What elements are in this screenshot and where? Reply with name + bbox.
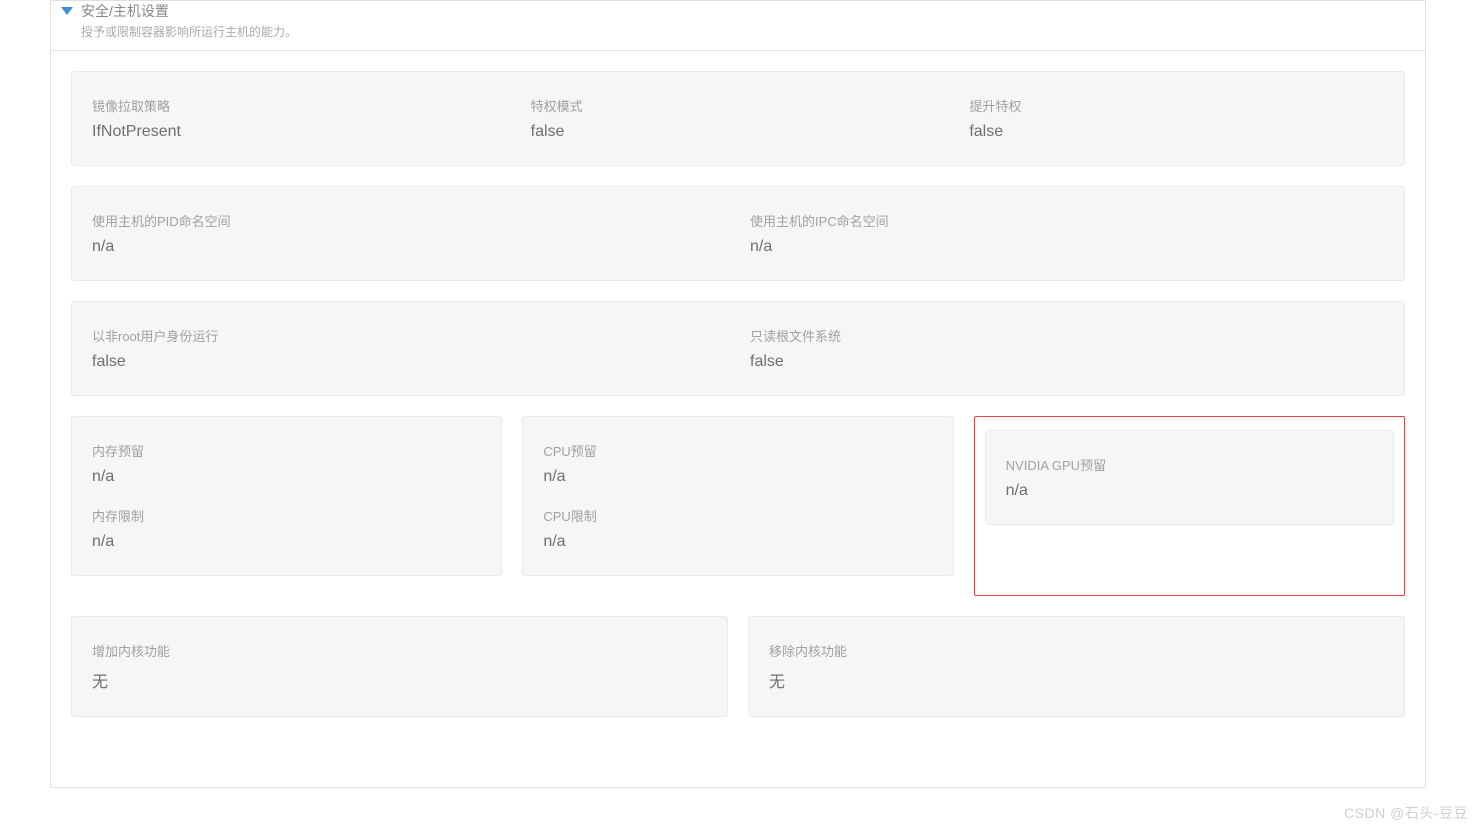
card-host-namespaces: 使用主机的PID命名空间 n/a 使用主机的IPC命名空间 n/a xyxy=(71,186,1405,281)
label-cpu-reserve: CPU预留 xyxy=(543,441,932,460)
label-mem-limit: 内存限制 xyxy=(92,506,481,525)
section-title: 安全/主机设置 xyxy=(81,1,297,21)
section-subtitle: 授予或限制容器影响所运行主机的能力。 xyxy=(81,23,297,40)
card-capabilities-add: 增加内核功能 无 xyxy=(71,616,728,717)
field-host-ipc: 使用主机的IPC命名空间 n/a xyxy=(750,211,1384,256)
value-readonly-root: false xyxy=(750,353,1384,371)
value-privileged: false xyxy=(531,123,946,141)
card-root-fs: 以非root用户身份运行 false 只读根文件系统 false xyxy=(71,301,1405,396)
label-run-as-non-root: 以非root用户身份运行 xyxy=(92,326,726,345)
field-host-pid: 使用主机的PID命名空间 n/a xyxy=(92,211,726,256)
label-image-pull-policy: 镜像拉取策略 xyxy=(92,96,507,115)
gpu-highlight-box: NVIDIA GPU预留 n/a xyxy=(974,416,1405,596)
value-mem-reserve: n/a xyxy=(92,468,481,486)
label-host-ipc: 使用主机的IPC命名空间 xyxy=(750,211,1384,230)
value-host-ipc: n/a xyxy=(750,238,1384,256)
value-image-pull-policy: IfNotPresent xyxy=(92,123,507,141)
label-cap-add: 增加内核功能 xyxy=(92,641,707,660)
field-cap-drop: 移除内核功能 无 xyxy=(769,641,1384,692)
value-cpu-reserve: n/a xyxy=(543,468,932,486)
field-cap-add: 增加内核功能 无 xyxy=(92,641,707,692)
field-privileged: 特权模式 false xyxy=(531,96,946,141)
watermark: CSDN @石头-豆豆 xyxy=(1344,803,1468,823)
value-cap-add: 无 xyxy=(92,668,707,692)
label-host-pid: 使用主机的PID命名空间 xyxy=(92,211,726,230)
label-allow-privilege-escalation: 提升特权 xyxy=(969,96,1384,115)
label-cap-drop: 移除内核功能 xyxy=(769,641,1384,660)
value-allow-privilege-escalation: false xyxy=(969,123,1384,141)
label-cpu-limit: CPU限制 xyxy=(543,506,932,525)
label-readonly-root: 只读根文件系统 xyxy=(750,326,1384,345)
value-cap-drop: 无 xyxy=(769,668,1384,692)
field-cpu-limit: CPU限制 n/a xyxy=(543,506,932,551)
field-cpu-reserve: CPU预留 n/a xyxy=(543,441,932,486)
value-gpu-reserve: n/a xyxy=(1006,482,1373,500)
field-mem-limit: 内存限制 n/a xyxy=(92,506,481,551)
card-memory: 内存预留 n/a 内存限制 n/a xyxy=(71,416,502,576)
card-capabilities-drop: 移除内核功能 无 xyxy=(748,616,1405,717)
card-image-privilege: 镜像拉取策略 IfNotPresent 特权模式 false 提升特权 fals… xyxy=(71,71,1405,166)
value-mem-limit: n/a xyxy=(92,533,481,551)
field-gpu-reserve: NVIDIA GPU预留 n/a xyxy=(1006,455,1373,500)
collapse-down-icon[interactable] xyxy=(61,7,73,15)
field-mem-reserve: 内存预留 n/a xyxy=(92,441,481,486)
value-run-as-non-root: false xyxy=(92,353,726,371)
field-allow-privilege-escalation: 提升特权 false xyxy=(969,96,1384,141)
card-gpu: NVIDIA GPU预留 n/a xyxy=(985,430,1394,525)
section-header[interactable]: 安全/主机设置 授予或限制容器影响所运行主机的能力。 xyxy=(51,1,1425,51)
security-host-settings-panel: 安全/主机设置 授予或限制容器影响所运行主机的能力。 镜像拉取策略 IfNotP… xyxy=(50,0,1426,788)
value-cpu-limit: n/a xyxy=(543,533,932,551)
value-host-pid: n/a xyxy=(92,238,726,256)
field-readonly-root: 只读根文件系统 false xyxy=(750,326,1384,371)
label-mem-reserve: 内存预留 xyxy=(92,441,481,460)
label-privileged: 特权模式 xyxy=(531,96,946,115)
card-cpu: CPU预留 n/a CPU限制 n/a xyxy=(522,416,953,576)
field-image-pull-policy: 镜像拉取策略 IfNotPresent xyxy=(92,96,507,141)
label-gpu-reserve: NVIDIA GPU预留 xyxy=(1006,455,1373,474)
field-run-as-non-root: 以非root用户身份运行 false xyxy=(92,326,726,371)
